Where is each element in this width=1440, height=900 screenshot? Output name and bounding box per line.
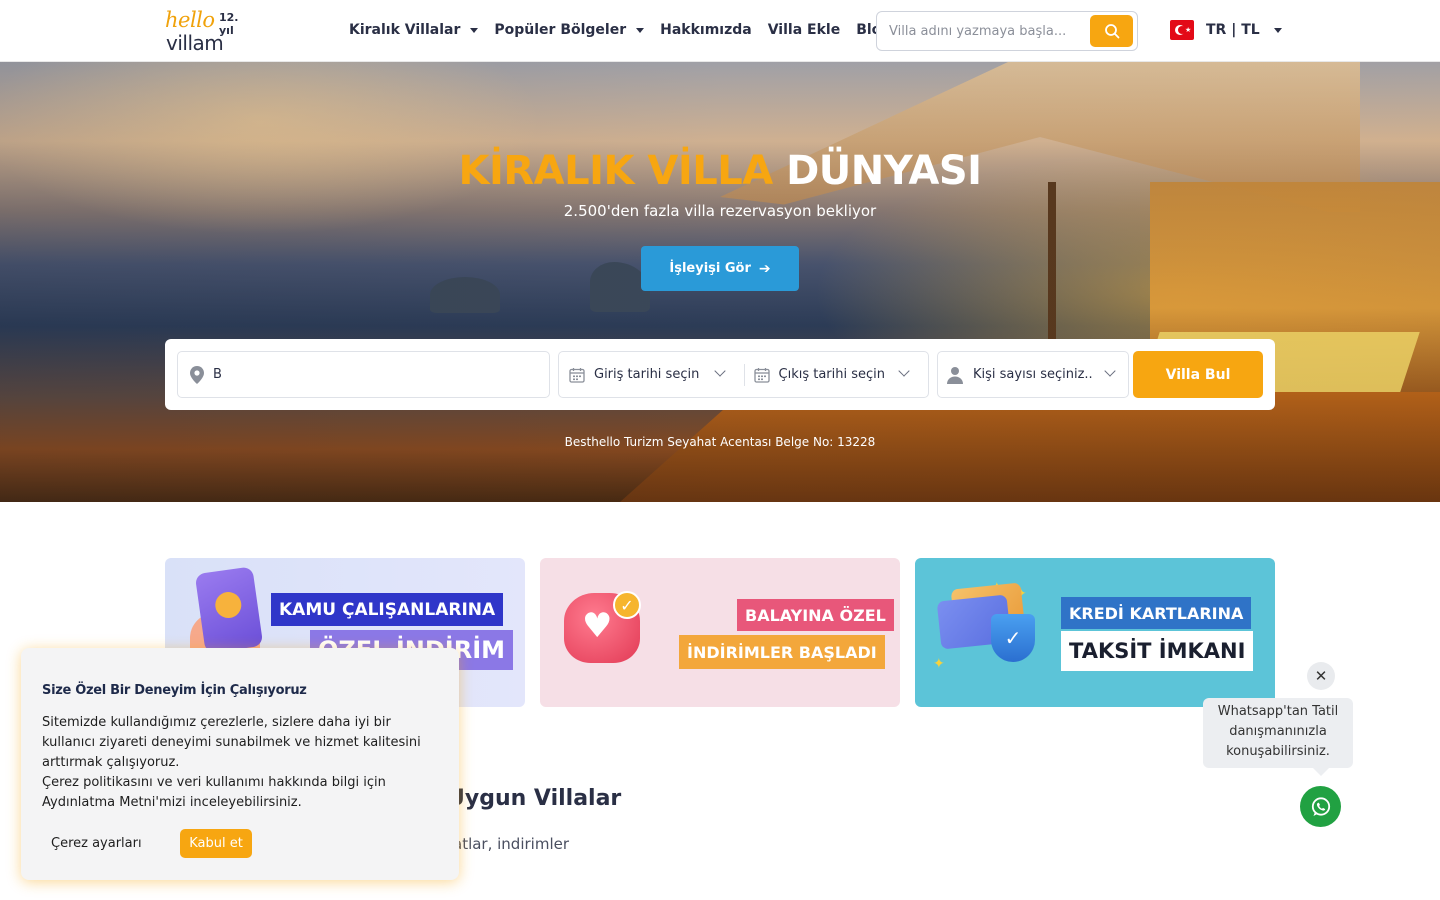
location-pin-icon <box>190 365 204 384</box>
checkout-date-picker[interactable]: Çıkış tarihi seçin <box>743 352 929 397</box>
promo-card-installments[interactable]: ✦ ✦ ✦ ✓ KREDİ KARTLARINA TAKSİT İMKANI <box>915 558 1275 707</box>
shield-check-icon: ✓ <box>991 614 1035 662</box>
cookie-accept-button[interactable]: Kabul et <box>180 829 252 858</box>
villa-search-input[interactable] <box>889 21 1084 41</box>
hero-subtitle: 2.500'den fazla villa rezervasyon bekliy… <box>563 202 877 220</box>
user-icon <box>946 366 964 384</box>
caret-down-icon <box>636 27 645 33</box>
promo-line1: KREDİ KARTLARINA <box>1061 597 1252 629</box>
arrow-right-icon: ➔ <box>758 260 771 277</box>
promo-line2: TAKSİT İMKANI <box>1061 631 1254 671</box>
main-nav: Kiralık Villalar Popüler Bölgeler Hakkım… <box>349 19 907 41</box>
sparkle-icon: ✦ <box>933 656 945 672</box>
close-icon[interactable]: ✕ <box>1307 662 1335 690</box>
search-button[interactable] <box>1090 15 1133 47</box>
nav-item-label: Villa Ekle <box>767 22 841 38</box>
hero: KİRALIK VİLLA DÜNYASI 2.500'den fazla vi… <box>0 62 1440 502</box>
cookie-settings-button[interactable]: Çerez ayarları <box>42 829 151 858</box>
promo-line1: KAMU ÇALIŞANLARINA <box>271 593 504 626</box>
calendar-icon <box>753 367 770 383</box>
nav-item-label: Popüler Bölgeler <box>494 22 627 38</box>
cookie-policy-text: Çerez politikasını ve veri kullanımı hak… <box>42 775 386 810</box>
location-value: B <box>213 367 222 382</box>
how-it-works-button[interactable]: İşleyişi Gör ➔ <box>641 246 799 291</box>
whatsapp-button[interactable] <box>1300 786 1341 827</box>
years-badge: 12. yıl <box>219 11 239 37</box>
nav-item-add-villa[interactable]: Villa Ekle <box>768 22 840 38</box>
nav-item-popular-regions[interactable]: Popüler Bölgeler <box>494 22 645 38</box>
chevron-down-icon <box>898 365 910 377</box>
cookie-body: Sitemizde kullandığımız çerezlerle, sizl… <box>42 713 447 813</box>
checkout-label: Çıkış tarihi seçin <box>778 367 886 382</box>
whatsapp-icon <box>1311 796 1330 816</box>
hero-title-highlight: KİRALIK VİLLA <box>458 148 773 194</box>
guests-field[interactable]: Kişi sayısı seçiniz.. <box>937 351 1129 398</box>
logo-villam-text: villam <box>166 31 224 55</box>
check-icon: ✓ <box>613 591 641 619</box>
whatsapp-tooltip: Whatsapp'tan Tatil danışmanınızla konuşa… <box>1203 698 1353 776</box>
checkin-date-picker[interactable]: Giriş tarihi seçin <box>559 352 744 397</box>
locale-selector[interactable]: ★ TR | TL <box>1170 18 1282 42</box>
hero-title-rest: DÜNYASI <box>786 148 982 194</box>
chevron-down-icon <box>1104 365 1116 377</box>
promo-card-honeymoon[interactable]: ♥ ✓ BALAYINA ÖZEL İNDİRİMLER BAŞLADI <box>540 558 900 707</box>
search-icon <box>1104 24 1119 39</box>
nav-item-label: Hakkımızda <box>660 22 752 38</box>
header-search <box>876 11 1138 51</box>
location-field[interactable]: B <box>177 351 550 398</box>
chevron-down-icon <box>713 365 726 377</box>
license-text: Besthello Turizm Seyahat Acentası Belge … <box>564 435 876 449</box>
how-it-works-label: İşleyişi Gör <box>669 261 751 276</box>
locale-label: TR | TL <box>1206 22 1260 38</box>
find-villa-button[interactable]: Villa Bul <box>1133 351 1263 398</box>
cookie-consent-dialog: Size Özel Bir Deneyim İçin Çalışıyoruz S… <box>21 648 459 880</box>
hero-title: KİRALIK VİLLA DÜNYASI <box>0 148 1440 194</box>
guests-label: Kişi sayısı seçiniz.. <box>973 367 1093 382</box>
site-header: hello villam 12. yıl Kiralık Villalar Po… <box>0 0 1440 62</box>
nav-item-rental-villas[interactable]: Kiralık Villalar <box>349 22 479 38</box>
promo-line1: BALAYINA ÖZEL <box>737 599 894 631</box>
promo-line2: İNDİRİMLER BAŞLADI <box>679 635 885 669</box>
nav-item-about[interactable]: Hakkımızda <box>660 22 752 38</box>
logo[interactable]: hello villam 12. yıl <box>165 8 255 55</box>
checkin-label: Giriş tarihi seçin <box>594 367 700 382</box>
booking-search-panel: B Giriş tarihi seçin Çıkış tarihi seçin <box>165 339 1275 410</box>
date-range-field: Giriş tarihi seçin Çıkış tarihi seçin <box>558 351 929 398</box>
cookie-title: Size Özel Bir Deneyim İçin Çalışıyoruz <box>42 683 307 698</box>
phone-illustration <box>194 566 264 654</box>
caret-down-icon <box>1273 27 1282 33</box>
caret-down-icon <box>470 27 479 33</box>
turkey-flag-icon: ★ <box>1170 20 1194 40</box>
calendar-icon <box>569 367 585 383</box>
cookie-body-text: Sitemizde kullandığımız çerezlerle, sizl… <box>42 715 421 770</box>
logo-hello-text: hello <box>165 8 215 32</box>
nav-item-label: Kiralık Villalar <box>349 22 461 38</box>
